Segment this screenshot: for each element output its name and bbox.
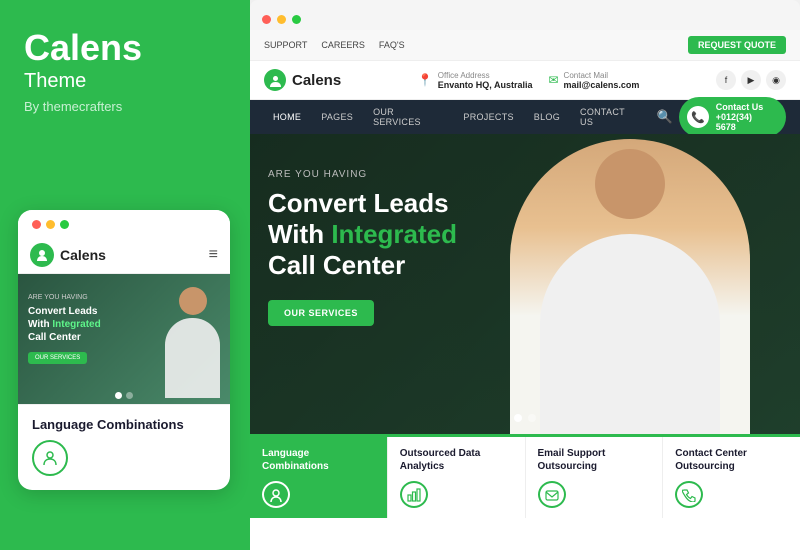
- careers-link[interactable]: CAREERS: [321, 40, 365, 50]
- nav-home[interactable]: HOME: [264, 100, 310, 134]
- service-title-1: Outsourced DataAnalytics: [400, 447, 481, 473]
- logo-text: Calens: [292, 72, 341, 89]
- mobile-logo-icon: [30, 243, 54, 267]
- mail-details: Contact Mail mail@calens.com: [564, 71, 640, 90]
- browser-dot-close[interactable]: [262, 15, 271, 24]
- dot-red: [32, 220, 41, 229]
- mobile-logo: Calens: [30, 243, 106, 267]
- right-panel: SUPPORT CAREERS FAQ'S REQUEST QUOTE Cale…: [250, 0, 800, 550]
- location-icon: 📍: [418, 73, 433, 87]
- mobile-service-icon: [32, 440, 68, 476]
- request-quote-button[interactable]: REQUEST QUOTE: [688, 36, 786, 54]
- office-details: Office Address Envanto HQ, Australia: [438, 71, 533, 90]
- mobile-service-card: Language Combinations: [18, 404, 230, 490]
- hero-title: Convert Leads With Integrated Call Cente…: [268, 188, 457, 282]
- mobile-hero-subtitle: ARE YOU HAVING: [28, 294, 101, 301]
- service-item-0[interactable]: LanguageCombinations: [250, 437, 388, 518]
- service-item-2[interactable]: Email SupportOutsourcing: [526, 437, 664, 518]
- instagram-icon[interactable]: ◉: [766, 70, 786, 90]
- contact-us-button[interactable]: 📞 Contact Us +012(34) 5678: [679, 97, 786, 137]
- mobile-card: Calens ≡ ARE YOU HAVING Convert Leads Wi…: [18, 210, 230, 490]
- left-panel: Calens Theme By themecrafters Calens ≡: [0, 0, 248, 550]
- service-item-3[interactable]: Contact CenterOutsourcing: [663, 437, 800, 518]
- hero-person: [490, 134, 770, 434]
- hero-person-body: [540, 234, 720, 434]
- social-icons: f ▶ ◉: [716, 70, 786, 90]
- person-body: [165, 318, 220, 398]
- mobile-hero-person: [155, 279, 230, 404]
- nav-bar: Calens 📍 Office Address Envanto HQ, Aust…: [250, 61, 800, 100]
- brand-title: Calens: [24, 28, 224, 68]
- phone-circle-icon: 📞: [687, 106, 709, 128]
- site-logo[interactable]: Calens: [264, 69, 341, 91]
- brand-sub: Theme: [24, 70, 224, 93]
- service-item-1[interactable]: Outsourced DataAnalytics: [388, 437, 526, 518]
- service-title-3: Contact CenterOutsourcing: [675, 447, 747, 473]
- top-bar: SUPPORT CAREERS FAQ'S REQUEST QUOTE: [250, 30, 800, 61]
- mobile-logo-text: Calens: [60, 247, 106, 263]
- hero-section: ARE YOU HAVING Convert Leads With Integr…: [250, 134, 800, 434]
- hero-cta-button[interactable]: OUR SERVICES: [268, 300, 374, 326]
- indicator-inactive: [126, 392, 133, 399]
- hero-person-head: [595, 149, 665, 219]
- faq-link[interactable]: FAQ'S: [379, 40, 405, 50]
- services-bar: LanguageCombinations Outsourced DataAnal…: [250, 434, 800, 518]
- mobile-hero: ARE YOU HAVING Convert Leads With Integr…: [18, 274, 230, 404]
- mobile-hero-title: Convert Leads With Integrated Call Cente…: [28, 305, 101, 344]
- mobile-dots: [32, 220, 69, 229]
- hero-content: ARE YOU HAVING Convert Leads With Integr…: [268, 169, 457, 326]
- mobile-hero-text: ARE YOU HAVING Convert Leads With Integr…: [28, 294, 101, 364]
- hero-dot-2: [528, 414, 536, 422]
- search-icon[interactable]: 🔍: [657, 109, 673, 125]
- service-icon-2: [538, 481, 566, 508]
- youtube-icon[interactable]: ▶: [741, 70, 761, 90]
- indicator-active: [115, 392, 122, 399]
- hero-dot-1: [514, 414, 522, 422]
- website-wrapper: SUPPORT CAREERS FAQ'S REQUEST QUOTE Cale…: [250, 30, 800, 550]
- nav-blog[interactable]: BLOG: [525, 100, 569, 134]
- nav-pages[interactable]: PAGES: [312, 100, 362, 134]
- office-info: 📍 Office Address Envanto HQ, Australia: [418, 71, 533, 90]
- hero-subtitle: ARE YOU HAVING: [268, 169, 457, 180]
- browser-chrome: [250, 0, 800, 30]
- mail-info: ✉ Contact Mail mail@calens.com: [548, 71, 639, 90]
- service-icon-1: [400, 481, 428, 508]
- service-title-2: Email SupportOutsourcing: [538, 447, 606, 473]
- dot-green: [60, 220, 69, 229]
- nav-projects[interactable]: PROJECTS: [454, 100, 522, 134]
- hero-person-silhouette: [510, 139, 750, 434]
- mobile-hero-indicators: [115, 392, 133, 399]
- mobile-menu-icon[interactable]: ≡: [209, 246, 218, 264]
- main-nav: HOME PAGES OUR SERVICES PROJECTS BLOG CO…: [250, 100, 800, 134]
- brand-by: By themecrafters: [24, 99, 224, 114]
- browser-dot-maximize[interactable]: [292, 15, 301, 24]
- mobile-nav: Calens ≡: [18, 237, 230, 274]
- dot-yellow: [46, 220, 55, 229]
- person-head: [179, 287, 207, 315]
- support-link[interactable]: SUPPORT: [264, 40, 307, 50]
- browser-dot-minimize[interactable]: [277, 15, 286, 24]
- mail-icon: ✉: [548, 73, 558, 87]
- main-nav-items: HOME PAGES OUR SERVICES PROJECTS BLOG CO…: [264, 100, 649, 134]
- logo-icon: [264, 69, 286, 91]
- mobile-cta-btn[interactable]: OUR SERVICES: [28, 352, 87, 364]
- nav-info-group: 📍 Office Address Envanto HQ, Australia ✉…: [418, 71, 640, 90]
- mobile-service-title: Language Combinations: [32, 417, 216, 432]
- top-bar-links: SUPPORT CAREERS FAQ'S: [264, 40, 405, 50]
- service-icon-0: [262, 481, 290, 508]
- hero-dots: [514, 414, 536, 422]
- contact-btn-text: Contact Us +012(34) 5678: [716, 102, 774, 132]
- service-icon-3: [675, 481, 703, 508]
- mobile-card-header: [18, 210, 230, 237]
- facebook-icon[interactable]: f: [716, 70, 736, 90]
- nav-contact[interactable]: CONTACT US: [571, 100, 649, 134]
- service-title-0: LanguageCombinations: [262, 447, 329, 473]
- nav-right: 🔍 📞 Contact Us +012(34) 5678: [649, 97, 786, 137]
- nav-services[interactable]: OUR SERVICES: [364, 100, 452, 134]
